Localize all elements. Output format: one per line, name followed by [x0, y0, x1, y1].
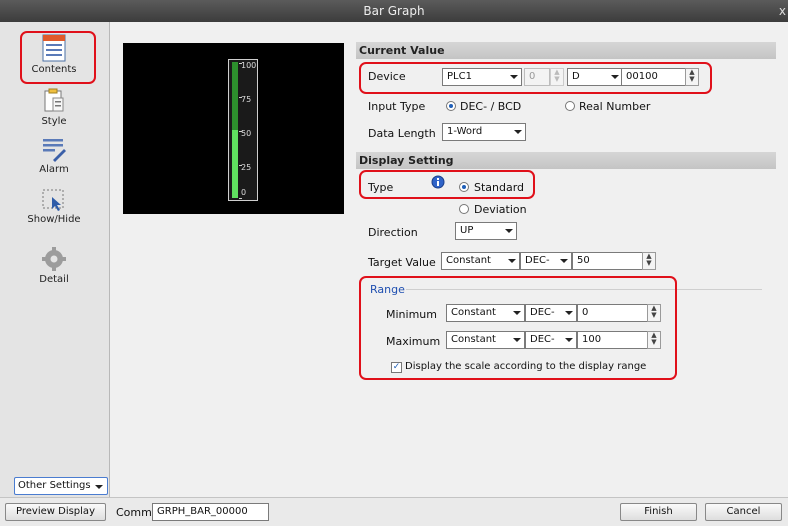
sidebar-item-show-hide[interactable]: Show/Hide: [0, 188, 108, 225]
target-mode-select[interactable]: Constant: [441, 252, 520, 270]
section-current-value: Current Value: [356, 42, 776, 59]
input-real-label: Real Number: [579, 100, 651, 113]
target-value-spin[interactable]: ▲ ▼: [642, 252, 656, 270]
sidebar-item-label: Detail: [39, 274, 69, 285]
sidebar-item-label: Show/Hide: [27, 214, 81, 225]
target-format-value: DEC-: [525, 255, 550, 266]
comm-input[interactable]: GRPH_BAR_00000: [152, 503, 269, 521]
style-icon: [44, 88, 64, 112]
comm-label: Comm: [116, 506, 152, 519]
chevron-down-icon: [95, 485, 103, 489]
input-dec-radio[interactable]: [446, 101, 456, 111]
data-length-value: 1-Word: [447, 126, 483, 137]
chevron-down-icon: [508, 259, 516, 263]
type-deviation-label: Deviation: [474, 203, 527, 216]
section-display-setting: Display Setting: [356, 152, 776, 169]
close-icon[interactable]: x: [779, 0, 786, 22]
chevron-down-icon: [560, 259, 568, 263]
window-title: Bar Graph: [363, 4, 425, 18]
sidebar-item-label: Alarm: [39, 164, 69, 175]
bar-fill: [232, 130, 238, 198]
target-value-label: Target Value: [368, 256, 436, 269]
sidebar-item-alarm[interactable]: Alarm: [0, 136, 108, 175]
direction-label: Direction: [368, 226, 418, 239]
scale-label: 75: [241, 95, 252, 104]
other-settings-dropdown[interactable]: Other Settings: [14, 477, 108, 495]
sidebar-item-style[interactable]: Style: [0, 88, 108, 127]
chevron-down-icon: [505, 229, 513, 233]
highlight-device: [359, 62, 712, 94]
alarm-icon: [43, 139, 66, 162]
data-length-label: Data Length: [368, 127, 436, 140]
input-real-radio[interactable]: [565, 101, 575, 111]
chevron-down-icon: [514, 130, 522, 134]
direction-select[interactable]: UP: [455, 222, 517, 240]
target-format-select[interactable]: DEC-: [520, 252, 572, 270]
cancel-button[interactable]: Cancel: [705, 503, 782, 521]
highlight-contents: [20, 31, 96, 84]
target-mode-value: Constant: [446, 255, 491, 266]
title-bar: Bar Graph x: [0, 0, 788, 22]
target-value-input[interactable]: 50: [572, 252, 644, 270]
finish-button[interactable]: Finish: [620, 503, 697, 521]
scale-tick: [239, 198, 242, 199]
highlight-type: [359, 170, 535, 199]
highlight-range: [359, 276, 677, 380]
scale-label: 25: [241, 163, 252, 172]
detail-icon: [42, 247, 66, 271]
sidebar-item-label: Style: [41, 116, 67, 127]
input-type-label: Input Type: [368, 100, 426, 113]
type-deviation-radio[interactable]: [459, 204, 469, 214]
scale-label: 100: [241, 61, 257, 70]
sidebar-item-detail[interactable]: Detail: [0, 246, 108, 285]
scale-label: 0: [241, 188, 247, 197]
footer-bar: Preview Display Comm GRPH_BAR_00000 Fini…: [0, 497, 788, 526]
bar-graph-preview: 100 75 50 25 0: [228, 59, 258, 201]
show-hide-icon: [42, 189, 64, 211]
direction-value: UP: [460, 225, 474, 236]
input-dec-label: DEC- / BCD: [460, 100, 522, 113]
other-settings-label: Other Settings: [18, 480, 91, 491]
data-length-select[interactable]: 1-Word: [442, 123, 526, 141]
sidebar: Contents Style Alarm Show/Hide Detail Ot…: [0, 22, 110, 497]
scale-label: 50: [241, 129, 252, 138]
preview-display-button[interactable]: Preview Display: [5, 503, 106, 521]
